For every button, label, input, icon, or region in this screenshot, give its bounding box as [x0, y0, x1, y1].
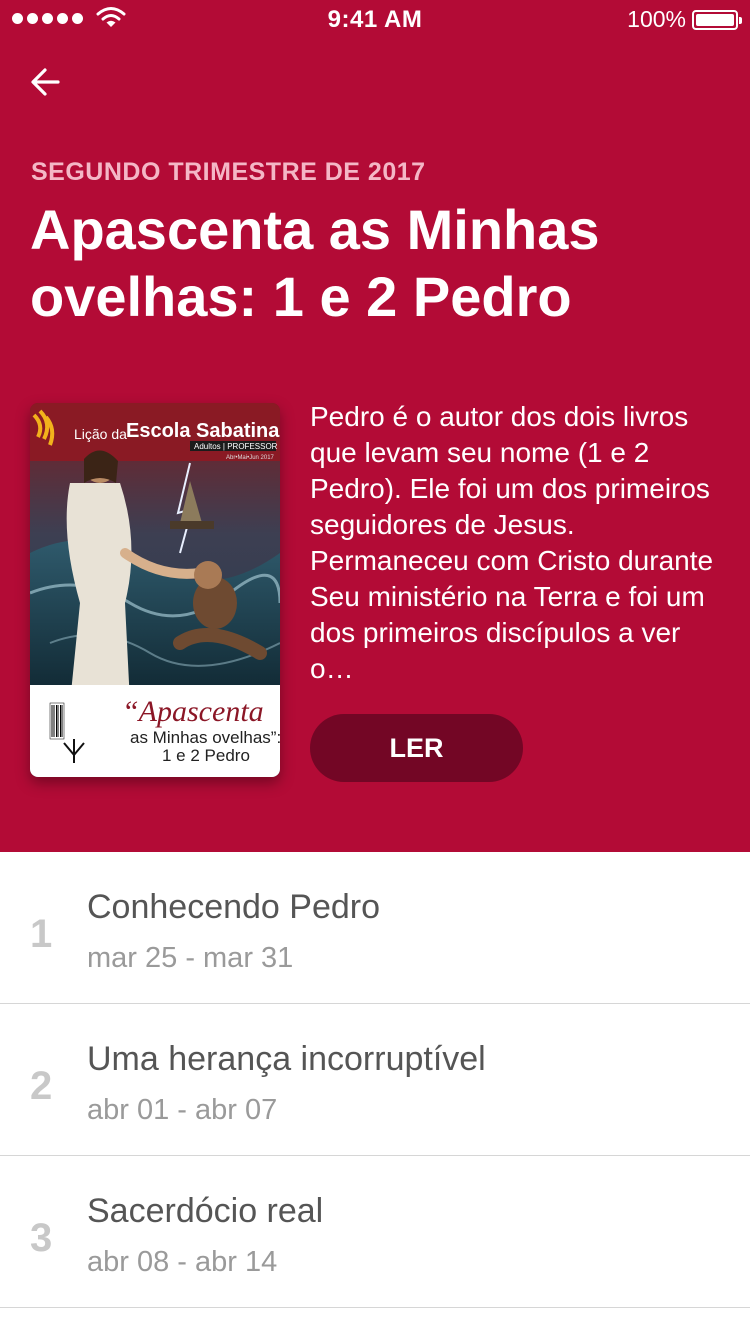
cover-quote-line1: “Apascenta	[122, 695, 264, 728]
lesson-number: 2	[30, 1064, 53, 1108]
quarterly-header: 9:41 AM 100% SEGUNDO TRIMESTRE DE 2017 A…	[0, 0, 750, 852]
battery-percent: 100%	[627, 6, 686, 32]
lesson-dates: abr 01 - abr 07	[87, 1094, 278, 1126]
cover-quote-line2: as Minhas ovelhas”:	[130, 728, 280, 747]
battery-indicator: 100%	[627, 6, 742, 33]
lesson-number: 3	[30, 1216, 53, 1260]
barcode	[49, 702, 65, 740]
cover-period: Abr•Mai•Jun 2017	[226, 455, 275, 461]
status-bar: 9:41 AM 100%	[0, 0, 750, 40]
lesson-title: Uma herança incorruptível	[87, 1040, 486, 1078]
quarter-description: Pedro é o autor dos dois livros que leva…	[310, 401, 714, 684]
lesson-dates: abr 08 - abr 14	[87, 1246, 278, 1278]
quarterly-cover-image: Lição da Escola Sabatina Adultos | PROFE…	[30, 403, 280, 777]
lesson-item[interactable]: 3 Sacerdócio real abr 08 - abr 14	[0, 1156, 750, 1308]
cover-subheader: Adultos | PROFESSOR	[194, 442, 278, 451]
lesson-title: Sacerdócio real	[87, 1192, 324, 1230]
lesson-item[interactable]: 2 Uma herança incorruptível abr 01 - abr…	[0, 1004, 750, 1156]
read-button[interactable]: LER	[310, 714, 523, 782]
lesson-dates: mar 25 - mar 31	[87, 942, 294, 974]
back-arrow-icon[interactable]	[26, 60, 70, 104]
cover-illustration: Lição da Escola Sabatina Adultos | PROFE…	[30, 403, 280, 777]
lesson-title: Conhecendo Pedro	[87, 888, 381, 926]
quarter-title: Apascenta as Minhas ovelhas: 1 e 2 Pedro	[30, 198, 600, 328]
lesson-number: 1	[30, 912, 53, 956]
lesson-item[interactable]: 1 Conhecendo Pedro mar 25 - mar 31	[0, 852, 750, 1004]
cover-header-big: Escola Sabatina	[126, 420, 280, 442]
cover-quote-line3: 1 e 2 Pedro	[162, 746, 250, 765]
quarter-period: SEGUNDO TRIMESTRE DE 2017	[31, 158, 426, 186]
battery-icon	[692, 9, 742, 30]
cover-header-small: Lição da	[74, 426, 127, 442]
lessons-list: 1 Conhecendo Pedro mar 25 - mar 31 2 Uma…	[0, 852, 750, 1308]
